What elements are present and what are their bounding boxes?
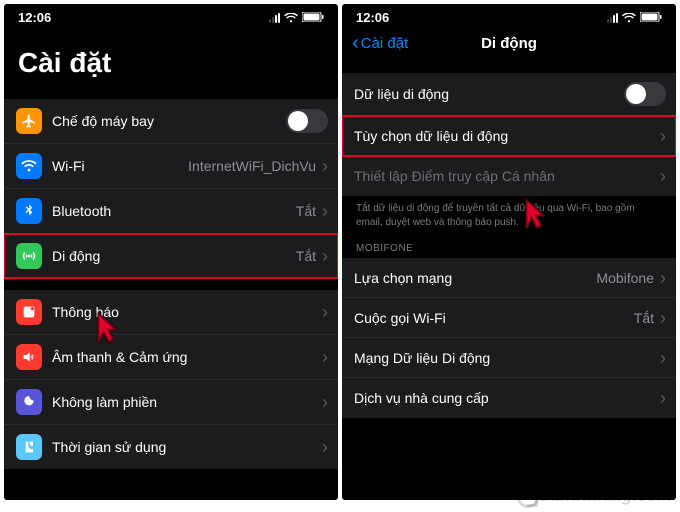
dnd-icon [16, 389, 42, 415]
signal-icon [269, 13, 280, 23]
section-footer: Tắt dữ liệu di động để truyền tất cả dữ … [342, 196, 676, 229]
screentime-icon [16, 434, 42, 460]
wifi-settings-icon [16, 153, 42, 179]
cellular-data-options-label: Tùy chọn dữ liệu di động [354, 128, 660, 144]
row-personal-hotspot[interactable]: Thiết lập Điểm truy cập Cá nhân › [342, 156, 676, 196]
carrier-services-label: Dịch vụ nhà cung cấp [354, 390, 660, 406]
row-airplane-mode[interactable]: Chế độ máy bay [4, 99, 338, 144]
nav-title: Di động [342, 35, 676, 52]
screentime-label: Thời gian sử dụng [52, 439, 322, 455]
wifi-label: Wi-Fi [52, 158, 188, 174]
signal-icon [607, 13, 618, 23]
row-notifications[interactable]: Thông báo › [4, 290, 338, 335]
status-bar: 12:06 [4, 4, 338, 29]
row-cellular-data[interactable]: Dữ liệu di động [342, 73, 676, 116]
airplane-toggle[interactable] [286, 109, 328, 133]
row-carrier-services[interactable]: Dịch vụ nhà cung cấp › [342, 378, 676, 418]
network-selection-value: Mobifone [596, 270, 654, 286]
wifi-calling-label: Cuộc gọi Wi-Fi [354, 310, 634, 326]
chevron-icon: › [322, 202, 328, 220]
sounds-icon [16, 344, 42, 370]
notifications-icon [16, 299, 42, 325]
clock: 12:06 [356, 10, 389, 25]
page-title: Cài đặt [18, 47, 324, 79]
row-wifi-calling[interactable]: Cuộc gọi Wi-Fi Tắt › [342, 298, 676, 338]
chevron-icon: › [660, 269, 666, 287]
chevron-icon: › [322, 348, 328, 366]
page-header: Cài đặt [4, 29, 338, 87]
row-cellular-data-options[interactable]: Tùy chọn dữ liệu di động › [342, 116, 676, 156]
settings-main-screen: 12:06 Cài đặt Chế độ máy bay Wi-Fi I [4, 4, 338, 500]
watermark: uantrimang.com [517, 486, 672, 508]
row-wifi[interactable]: Wi-Fi InternetWiFi_DichVu › [4, 144, 338, 189]
cellular-network-label: Mạng Dữ liệu Di động [354, 350, 660, 366]
row-screentime[interactable]: Thời gian sử dụng › [4, 425, 338, 469]
cellular-icon [16, 243, 42, 269]
cellular-settings-screen: 12:06 ‹ Cài đặt Di động Dữ liệu di động [342, 4, 676, 500]
nav-bar: ‹ Cài đặt Di động [342, 29, 676, 61]
row-cellular[interactable]: Di động Tắt › [4, 234, 338, 278]
chevron-icon: › [322, 303, 328, 321]
row-dnd[interactable]: Không làm phiền › [4, 380, 338, 425]
chevron-icon: › [660, 389, 666, 407]
cellular-data-toggle[interactable] [624, 82, 666, 106]
network-selection-label: Lựa chọn mạng [354, 270, 596, 286]
chevron-icon: › [660, 349, 666, 367]
battery-icon [640, 10, 662, 25]
battery-icon [302, 10, 324, 25]
chevron-icon: › [322, 438, 328, 456]
bluetooth-value: Tắt [296, 203, 316, 219]
dnd-label: Không làm phiền [52, 394, 322, 410]
chevron-icon: › [322, 247, 328, 265]
sounds-label: Âm thanh & Cảm ứng [52, 349, 322, 365]
row-network-selection[interactable]: Lựa chọn mạng Mobifone › [342, 258, 676, 298]
row-bluetooth[interactable]: Bluetooth Tắt › [4, 189, 338, 234]
status-bar: 12:06 [342, 4, 676, 29]
chevron-icon: › [660, 309, 666, 327]
section-header-carrier: MOBIFONE [342, 229, 676, 258]
wifi-icon [622, 13, 636, 23]
chevron-icon: › [322, 393, 328, 411]
wifi-icon [284, 13, 298, 23]
hotspot-label: Thiết lập Điểm truy cập Cá nhân [354, 168, 660, 184]
bluetooth-label: Bluetooth [52, 203, 296, 219]
cellular-value: Tắt [296, 248, 316, 264]
airplane-icon [16, 108, 42, 134]
wifi-value: InternetWiFi_DichVu [188, 158, 316, 174]
airplane-label: Chế độ máy bay [52, 113, 286, 129]
chevron-icon: › [322, 157, 328, 175]
bluetooth-icon [16, 198, 42, 224]
row-sounds[interactable]: Âm thanh & Cảm ứng › [4, 335, 338, 380]
clock: 12:06 [18, 10, 51, 25]
chevron-icon: › [660, 167, 666, 185]
cellular-data-label: Dữ liệu di động [354, 86, 624, 102]
row-cellular-data-network[interactable]: Mạng Dữ liệu Di động › [342, 338, 676, 378]
cellular-label: Di động [52, 248, 296, 264]
chevron-icon: › [660, 127, 666, 145]
wifi-calling-value: Tắt [634, 310, 654, 326]
notifications-label: Thông báo [52, 304, 322, 320]
